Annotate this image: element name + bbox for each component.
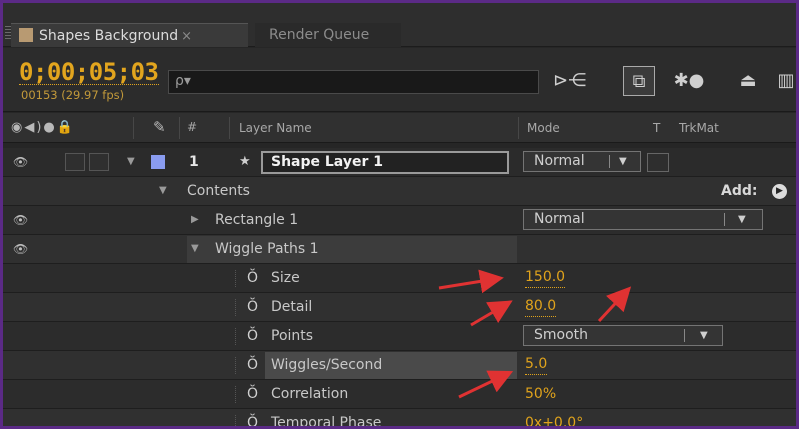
property-value[interactable]: 150.0 xyxy=(525,267,566,288)
expand-triangle-icon[interactable]: ▼ xyxy=(191,235,199,263)
trkmat-box[interactable] xyxy=(647,153,669,172)
av-features-icons[interactable]: ◉◀)●🔒 xyxy=(11,120,75,135)
property-name: Detail xyxy=(271,299,313,315)
eye-icon[interactable]: 👁 xyxy=(13,235,28,263)
property-name: Wiggles/Second xyxy=(271,357,383,373)
stopwatch-icon[interactable]: Ŏ xyxy=(247,264,258,292)
property-row-correlation[interactable]: Ŏ Correlation 50% xyxy=(3,380,796,409)
dropdown-divider xyxy=(684,329,685,342)
column-divider[interactable] xyxy=(179,117,180,139)
blend-mode-value: Normal xyxy=(534,211,585,227)
property-value[interactable]: 80.0 xyxy=(525,296,557,317)
hide-shy-layers-icon[interactable]: ✱● xyxy=(671,66,707,96)
solo-toggle[interactable] xyxy=(65,153,85,171)
expand-triangle-icon[interactable]: ▼ xyxy=(159,177,167,205)
tab-render-queue[interactable]: Render Queue xyxy=(255,23,401,47)
mode-dropdown[interactable]: Normal ▼ xyxy=(523,151,641,172)
chevron-down-icon: ▼ xyxy=(619,156,627,167)
wiggle-paths-label: Wiggle Paths 1 xyxy=(215,241,319,257)
indent-guide xyxy=(235,386,236,403)
blend-mode-dropdown[interactable]: Normal ▼ xyxy=(523,209,763,230)
property-row-wiggles-second[interactable]: Ŏ Wiggles/Second 5.0 xyxy=(3,351,796,380)
frame-blending-icon[interactable]: ⏏ xyxy=(733,66,763,96)
indent-guide xyxy=(235,415,236,426)
contents-label: Contents xyxy=(187,183,250,199)
wiggle-paths-row[interactable]: 👁 ▼ Wiggle Paths 1 xyxy=(3,235,796,264)
column-header: ◉◀)●🔒 ✎ # Layer Name Mode T TrkMat xyxy=(3,113,796,143)
search-icon: ρ▾ xyxy=(175,73,191,89)
stopwatch-icon[interactable]: Ŏ xyxy=(247,409,258,426)
composition-mini-flowchart-icon[interactable]: ⊳⋲ xyxy=(553,66,586,96)
property-value[interactable]: 0x+0.0° xyxy=(525,409,583,426)
column-t: T xyxy=(653,121,661,135)
points-value: Smooth xyxy=(534,327,589,343)
property-value[interactable]: 50% xyxy=(525,380,556,408)
property-name: Correlation xyxy=(271,386,349,402)
contents-row[interactable]: ▼ Contents Add: ▶ xyxy=(3,177,796,206)
rectangle-row[interactable]: 👁 ▶ Rectangle 1 Normal ▼ xyxy=(3,206,796,235)
column-trkmat: TrkMat xyxy=(679,121,719,135)
indent-guide xyxy=(235,299,236,316)
tab-label: Render Queue xyxy=(269,27,370,43)
stopwatch-icon[interactable]: Ŏ xyxy=(247,351,258,379)
column-mode: Mode xyxy=(527,121,560,135)
stopwatch-icon[interactable]: Ŏ xyxy=(247,380,258,408)
timeline-panel: Shapes Background × Render Queue 0;00;05;… xyxy=(3,3,796,426)
draft-3d-icon[interactable]: ⧉ xyxy=(623,66,655,96)
points-dropdown[interactable]: Smooth ▼ xyxy=(523,325,723,346)
lock-toggle[interactable] xyxy=(89,153,109,171)
chevron-down-icon: ▼ xyxy=(700,330,708,341)
mode-value: Normal xyxy=(534,153,585,169)
layer-row[interactable]: 👁 ▼ 1 ★ Shape Layer 1 Normal ▼ xyxy=(3,148,796,177)
composition-icon xyxy=(19,28,33,42)
property-name: Temporal Phase xyxy=(271,415,382,426)
motion-blur-icon[interactable]: ▥ xyxy=(773,66,796,96)
label-color-swatch[interactable] xyxy=(151,155,165,169)
dropdown-divider xyxy=(724,213,725,226)
add-play-icon[interactable]: ▶ xyxy=(772,184,787,199)
property-row-temporal-phase[interactable]: Ŏ Temporal Phase 0x+0.0° xyxy=(3,409,796,426)
eye-icon[interactable]: 👁 xyxy=(13,206,28,234)
timeline-toolbar: 0;00;05;03 00153 (29.97 fps) ρ▾ ⊳⋲ ⧉ ✱● … xyxy=(3,48,796,112)
search-input[interactable]: ρ▾ xyxy=(168,70,539,94)
expand-triangle-icon[interactable]: ▼ xyxy=(127,148,135,176)
property-name: Points xyxy=(271,328,314,344)
indent-guide xyxy=(235,357,236,374)
property-row-points[interactable]: Ŏ Points Smooth ▼ xyxy=(3,322,796,351)
property-value[interactable]: 5.0 xyxy=(525,354,548,375)
column-divider[interactable] xyxy=(229,117,230,139)
tab-label: Shapes Background xyxy=(39,28,179,44)
column-divider[interactable] xyxy=(133,117,134,139)
tab-strip: Shapes Background × Render Queue xyxy=(3,3,796,47)
dropdown-divider xyxy=(609,155,610,168)
column-number: # xyxy=(187,120,198,134)
indent-guide xyxy=(235,328,236,345)
layer-number: 1 xyxy=(189,154,199,170)
column-divider[interactable] xyxy=(518,117,519,139)
rectangle-label: Rectangle 1 xyxy=(215,212,299,228)
property-row-detail[interactable]: Ŏ Detail 80.0 xyxy=(3,293,796,322)
frame-count: 00153 (29.97 fps) xyxy=(21,88,125,102)
indent-guide xyxy=(235,270,236,287)
shape-layer-star-icon: ★ xyxy=(239,154,251,169)
expand-triangle-icon[interactable]: ▶ xyxy=(191,206,199,234)
current-time-display[interactable]: 0;00;05;03 xyxy=(19,60,159,85)
tab-shapes-background[interactable]: Shapes Background × xyxy=(11,23,248,47)
chevron-down-icon: ▼ xyxy=(738,214,746,225)
close-icon[interactable]: × xyxy=(181,29,192,44)
property-row-size[interactable]: Ŏ Size 150.0 xyxy=(3,264,796,293)
stopwatch-icon[interactable]: Ŏ xyxy=(247,322,258,350)
property-name: Size xyxy=(271,270,300,286)
layer-name-field[interactable]: Shape Layer 1 xyxy=(261,151,509,174)
column-layer-name[interactable]: Layer Name xyxy=(239,121,312,135)
eye-icon[interactable]: 👁 xyxy=(13,148,28,176)
stopwatch-icon[interactable]: Ŏ xyxy=(247,293,258,321)
add-label: Add: xyxy=(721,183,758,199)
label-column-icon[interactable]: ✎ xyxy=(153,118,166,136)
